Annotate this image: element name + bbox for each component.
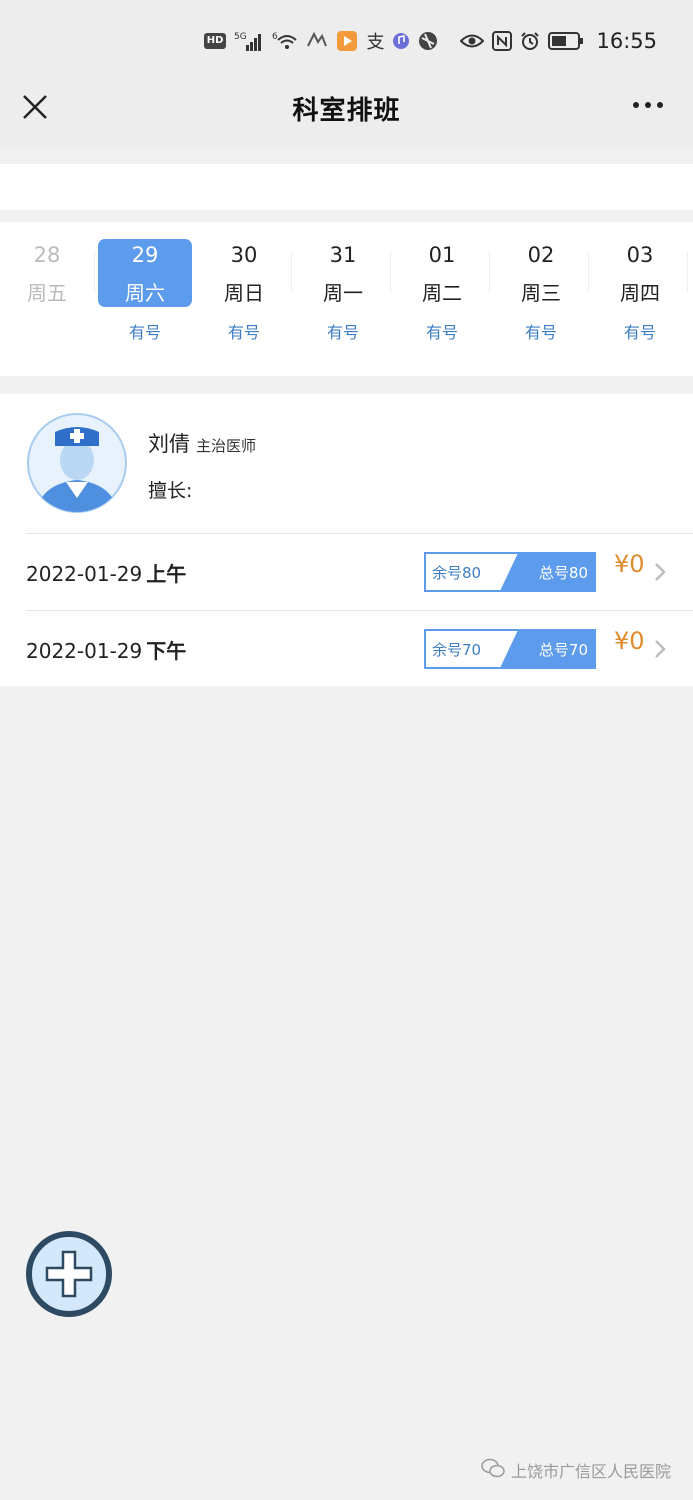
remaining-quota: 余号80 <box>432 564 482 582</box>
quota-badge: 余号70 总号70 <box>424 629 596 669</box>
date-item[interactable]: 31 周一 有号 <box>296 239 390 349</box>
availability-label: 有号 <box>524 323 557 342</box>
browser-icon <box>418 31 438 51</box>
nfc-icon <box>492 31 513 51</box>
date-item[interactable]: 01 周二 有号 <box>395 239 489 349</box>
date-item[interactable]: 30 周日 有号 <box>197 239 291 349</box>
status-icons: HD 5G 6 支 16:55 <box>203 26 657 56</box>
doctor-specialty: 擅长: <box>148 480 193 502</box>
status-bar: HD 5G 6 支 16:55 <box>0 0 693 80</box>
availability-label: 有号 <box>623 323 656 342</box>
date-item[interactable]: 03 周四 有号 <box>593 239 687 349</box>
doctor-avatar <box>26 412 128 514</box>
status-time: 16:55 <box>596 29 657 53</box>
add-button[interactable] <box>26 1231 112 1317</box>
availability-label: 有号 <box>227 323 260 342</box>
date-item[interactable]: 28 周五 <box>0 239 94 349</box>
doctor-card: 刘倩 主治医师 擅长: 2022-01-29 上午 余号80 总号80 ¥0 202… <box>0 394 693 686</box>
app-notification-icon <box>306 30 328 52</box>
doctor-title: 主治医师 <box>196 437 257 455</box>
date-item-selected[interactable]: 29 周六 有号 <box>98 239 192 349</box>
chevron-right-icon <box>654 562 666 582</box>
eye-icon <box>460 32 485 50</box>
more-options-icon[interactable] <box>633 102 663 108</box>
navigation-bar: 科室排班 <box>0 80 693 148</box>
slot-date: 2022-01-29 <box>26 639 143 663</box>
date-selector: 28 周五 29 周六 有号 30 周日 有号 31 周一 有号 01 周二 有… <box>0 222 693 376</box>
remaining-quota: 余号70 <box>432 641 482 659</box>
total-quota: 总号70 <box>538 641 588 659</box>
wechat-icon <box>481 1458 505 1482</box>
date-item[interactable]: 02 周三 有号 <box>494 239 588 349</box>
svg-text:5G: 5G <box>234 32 247 42</box>
availability-label: 有号 <box>425 323 458 342</box>
music-icon <box>392 32 410 50</box>
slot-period: 下午 <box>146 639 187 663</box>
watermark-text: 上饶市广信区人民医院 <box>510 1462 671 1481</box>
hd-icon: HD <box>203 33 227 49</box>
schedule-slot[interactable]: 2022-01-29 下午 余号70 总号70 ¥0 <box>0 611 693 687</box>
alarm-icon <box>520 31 540 51</box>
quota-badge: 余号80 总号80 <box>424 552 596 592</box>
alipay-icon: 支 <box>366 32 385 53</box>
video-app-icon <box>336 30 358 52</box>
schedule-slot[interactable]: 2022-01-29 上午 余号80 总号80 ¥0 <box>0 534 693 610</box>
signal-icon: 5G <box>234 30 264 52</box>
watermark: 上饶市广信区人民医院 <box>481 1458 671 1482</box>
wifi-icon: 6 <box>272 30 298 52</box>
search-area <box>0 164 693 210</box>
slot-date: 2022-01-29 <box>26 562 143 586</box>
page-title: 科室排班 <box>292 96 401 126</box>
price: ¥0 <box>614 627 645 655</box>
price: ¥0 <box>614 550 645 578</box>
doctor-name-row: 刘倩 主治医师 <box>148 428 256 458</box>
total-quota: 总号80 <box>538 564 588 582</box>
svg-text:6: 6 <box>272 32 278 42</box>
chevron-right-icon <box>654 639 666 659</box>
slot-period: 上午 <box>146 562 187 586</box>
availability-label: 有号 <box>326 323 359 342</box>
availability-label: 有号 <box>128 323 161 342</box>
doctor-name: 刘倩 <box>148 432 190 456</box>
battery-icon <box>548 31 584 51</box>
